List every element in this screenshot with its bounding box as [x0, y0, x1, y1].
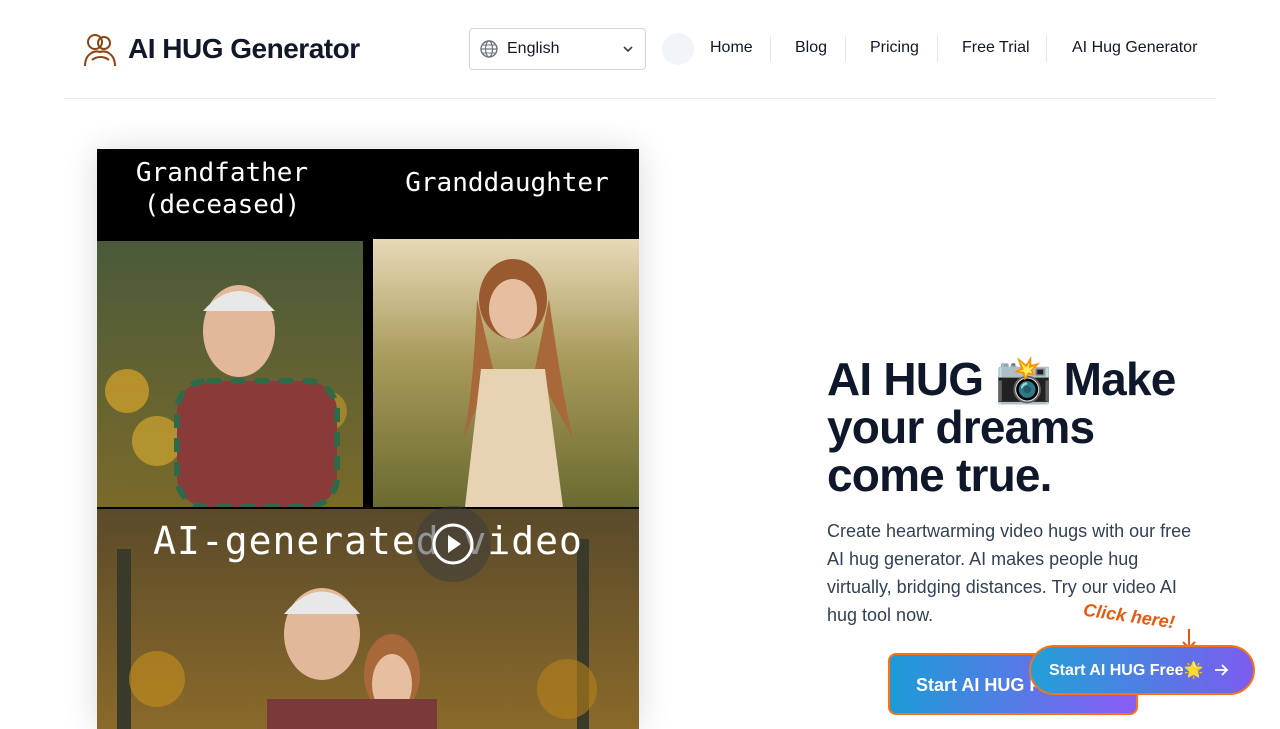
language-select[interactable]: English: [469, 28, 646, 70]
arrow-right-icon: [1215, 664, 1229, 676]
photo-granddaughter: [373, 239, 639, 507]
theme-toggle[interactable]: [662, 33, 694, 65]
play-button[interactable]: [415, 506, 491, 582]
start-free-button-floating[interactable]: Start AI HUG Free🌟: [1029, 645, 1255, 695]
hug-logo-icon: [84, 34, 116, 67]
play-icon: [432, 523, 474, 565]
start-free-button-floating-label: Start AI HUG Free🌟: [1049, 662, 1204, 679]
language-select-value: English: [507, 40, 560, 57]
nav-blog[interactable]: Blog: [795, 37, 827, 59]
caption-grandfather: Grandfather (deceased): [135, 158, 309, 220]
nav-divider: [770, 36, 771, 62]
site-header: AI HUG Generator English Home Blog Prici…: [64, 0, 1216, 99]
chevron-down-icon: [623, 46, 633, 53]
nav-home[interactable]: Home: [710, 37, 753, 59]
hero-section: AI HUG 📸 Make your dreams come true. Cre…: [827, 355, 1217, 629]
start-free-button-main-label: Start AI HUG F: [916, 675, 1041, 695]
globe-icon: [480, 40, 498, 58]
hero-title-part1: AI HUG: [827, 353, 984, 405]
nav-divider: [1046, 36, 1047, 62]
nav-free-trial[interactable]: Free Trial: [962, 37, 1030, 59]
nav-divider: [937, 36, 938, 62]
nav-ai-hug-generator[interactable]: AI Hug Generator: [1072, 37, 1197, 59]
demo-video[interactable]: Grandfather (deceased) Granddaughter AI-…: [97, 149, 639, 729]
logo[interactable]: AI HUG Generator: [82, 30, 360, 68]
caption-ai-generated: AI-generated video: [153, 519, 583, 563]
photo-grandfather: [97, 241, 363, 507]
caption-granddaughter: Granddaughter: [405, 168, 609, 198]
nav-divider: [845, 36, 846, 62]
hero-title: AI HUG 📸 Make your dreams come true.: [827, 355, 1217, 499]
logo-text: AI HUG Generator: [128, 33, 360, 64]
camera-flash-emoji: 📸: [995, 353, 1052, 405]
nav-pricing[interactable]: Pricing: [870, 37, 919, 59]
